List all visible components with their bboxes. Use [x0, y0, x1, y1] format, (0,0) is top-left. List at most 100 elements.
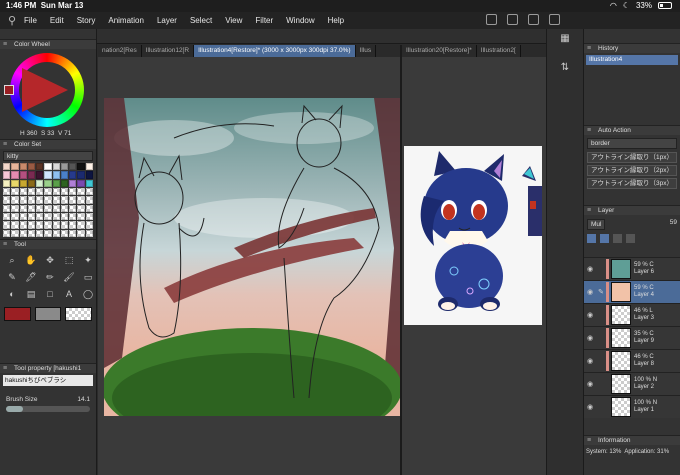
settings-icon[interactable]: [549, 14, 560, 25]
swatch[interactable]: [27, 171, 36, 179]
hand-icon[interactable]: ✋: [23, 253, 39, 267]
swatch[interactable]: [11, 229, 19, 237]
swatch[interactable]: [3, 171, 11, 179]
swatch[interactable]: [11, 204, 19, 212]
menu-view[interactable]: View: [225, 16, 242, 25]
swatch[interactable]: [3, 196, 11, 204]
brush-icon[interactable]: 🖌: [61, 270, 77, 284]
swatch[interactable]: [44, 171, 52, 179]
swatch[interactable]: [36, 171, 44, 179]
auto-action-item[interactable]: アウトライン縁取り（2px）: [587, 165, 677, 176]
tab-illustration20[interactable]: Illustration20[Restore]*: [402, 45, 477, 57]
tool-header[interactable]: Tool: [0, 239, 96, 250]
eye-icon[interactable]: ◉: [584, 357, 596, 365]
color-wheel-header[interactable]: Color Wheel: [0, 39, 96, 50]
swatch[interactable]: [52, 212, 60, 221]
transform-icon[interactable]: [528, 14, 539, 25]
swatch[interactable]: [36, 196, 44, 204]
swatch[interactable]: [77, 229, 85, 237]
swatch[interactable]: [3, 212, 11, 221]
swatch[interactable]: [85, 171, 93, 179]
tab-animation2[interactable]: nation2[Res: [98, 45, 142, 57]
swatch[interactable]: [77, 204, 85, 212]
menu-edit[interactable]: Edit: [50, 16, 64, 25]
swatch[interactable]: [52, 187, 60, 196]
app-logo-icon[interactable]: ⚲: [0, 14, 24, 27]
swatch[interactable]: [69, 229, 77, 237]
swatch[interactable]: [85, 196, 93, 204]
swatch[interactable]: [11, 196, 19, 204]
layer-row[interactable]: ◉ 46 % L Layer 3: [584, 303, 680, 326]
swatch[interactable]: [60, 204, 69, 212]
swatch[interactable]: [19, 187, 27, 196]
swatch[interactable]: [36, 163, 44, 171]
swatch[interactable]: [36, 187, 44, 196]
auto-action-item[interactable]: アウトライン縁取り（1px）: [587, 152, 677, 163]
tab-illus[interactable]: Illus: [356, 45, 377, 57]
zoom-icon[interactable]: ⌕: [4, 253, 20, 267]
swatch[interactable]: [60, 163, 69, 171]
swatch[interactable]: [27, 196, 36, 204]
menu-select[interactable]: Select: [190, 16, 212, 25]
current-color-swatch[interactable]: [4, 85, 14, 95]
swatch[interactable]: [27, 187, 36, 196]
menu-story[interactable]: Story: [77, 16, 96, 25]
select-icon[interactable]: ⬚: [61, 253, 77, 267]
swatch[interactable]: [44, 179, 52, 187]
swatch[interactable]: [69, 171, 77, 179]
swatch[interactable]: [36, 204, 44, 212]
auto-action-item[interactable]: アウトライン縁取り（3px）: [587, 178, 677, 189]
swatch[interactable]: [44, 212, 52, 221]
swatch[interactable]: [3, 229, 11, 237]
move-icon[interactable]: ✥: [42, 253, 58, 267]
swatch[interactable]: [52, 171, 60, 179]
swatch[interactable]: [52, 196, 60, 204]
swatch[interactable]: [19, 204, 27, 212]
eyedropper-icon[interactable]: ✎: [4, 270, 20, 284]
layer-icon[interactable]: [613, 234, 622, 243]
balloon-icon[interactable]: ◯: [80, 287, 96, 301]
brush-size-slider[interactable]: [6, 406, 90, 412]
swatch[interactable]: [85, 163, 93, 171]
swatch[interactable]: [77, 221, 85, 229]
swatch[interactable]: [60, 212, 69, 221]
tool-property-header[interactable]: Tool property [hakushi1: [0, 363, 96, 374]
swatch[interactable]: [19, 163, 27, 171]
saturation-triangle[interactable]: [22, 68, 68, 112]
canvas-area-secondary[interactable]: [402, 57, 546, 475]
swatch[interactable]: [19, 179, 27, 187]
swatch[interactable]: [77, 196, 85, 204]
swatch[interactable]: [85, 179, 93, 187]
transparent-color[interactable]: [65, 307, 93, 321]
swatch[interactable]: [60, 221, 69, 229]
history-header[interactable]: History: [584, 43, 680, 54]
color-wheel[interactable]: H 360 S 33 V 71: [0, 49, 96, 139]
pencil-icon[interactable]: ✏: [42, 270, 58, 284]
swatch[interactable]: [77, 163, 85, 171]
swatch[interactable]: [19, 229, 27, 237]
swatch[interactable]: [11, 171, 19, 179]
color-set-select[interactable]: kitty: [3, 151, 93, 161]
swatch[interactable]: [11, 212, 19, 221]
layer-row[interactable]: ◉ 100 % N Layer 1: [584, 395, 680, 418]
swatch[interactable]: [11, 187, 19, 196]
swatch[interactable]: [11, 179, 19, 187]
menu-file[interactable]: File: [24, 16, 37, 25]
eye-icon[interactable]: ◉: [584, 334, 596, 342]
swatch[interactable]: [69, 196, 77, 204]
canvas-character[interactable]: [404, 146, 542, 325]
swatch[interactable]: [3, 163, 11, 171]
layer-icon[interactable]: [626, 234, 635, 243]
swatch[interactable]: [52, 221, 60, 229]
swatch[interactable]: [69, 187, 77, 196]
menu-help[interactable]: Help: [328, 16, 344, 25]
swatch[interactable]: [44, 229, 52, 237]
swatch[interactable]: [44, 221, 52, 229]
swatch[interactable]: [60, 196, 69, 204]
swatch[interactable]: [69, 204, 77, 212]
swatch[interactable]: [85, 204, 93, 212]
canvas-illustration[interactable]: [104, 98, 400, 416]
swatch[interactable]: [3, 187, 11, 196]
swatch[interactable]: [44, 196, 52, 204]
swatch[interactable]: [36, 229, 44, 237]
